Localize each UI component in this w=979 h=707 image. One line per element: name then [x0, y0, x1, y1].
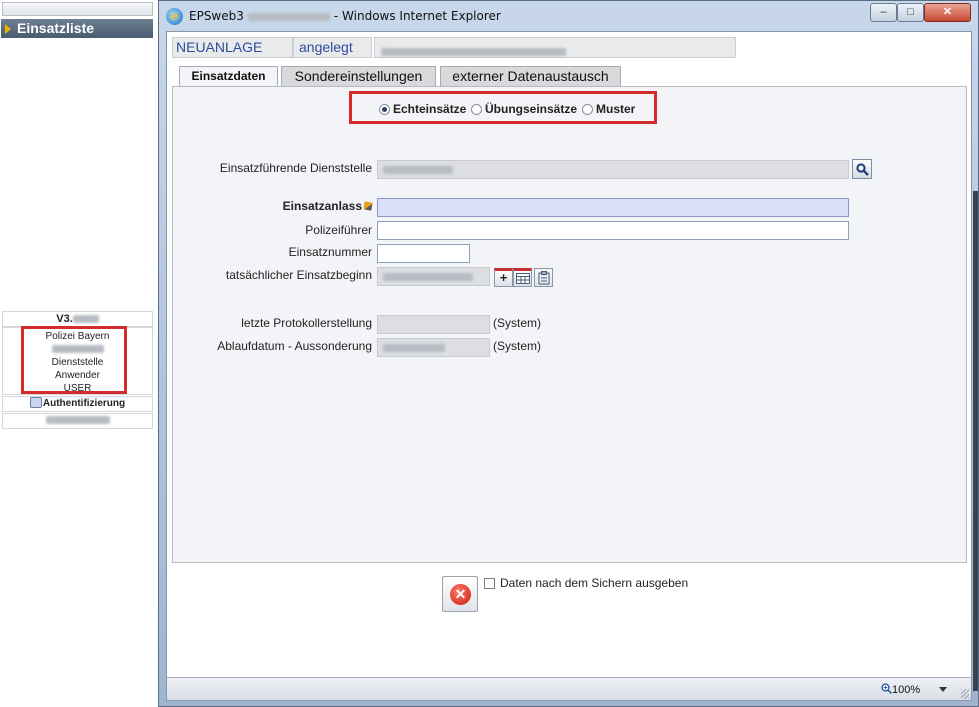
version-label: V3.	[2, 311, 153, 327]
polizeifuehrer-label: Polizeiführer	[305, 223, 372, 237]
polizeifuehrer-input[interactable]	[377, 221, 849, 240]
close-window-button[interactable]: ✕	[924, 3, 971, 22]
radio-unselected-icon	[582, 104, 593, 115]
radio-echteinsaetze[interactable]: Echteinsätze	[379, 102, 466, 116]
einsatzanlass-label: Einsatzanlass	[282, 199, 373, 213]
search-icon	[856, 163, 869, 176]
label-column: Einsatznummer	[173, 245, 372, 261]
label-column: Einsatzführende Dienststelle	[173, 161, 372, 177]
radio-unselected-icon	[471, 104, 482, 115]
label-column: Ablaufdatum - Aussonderung	[173, 339, 372, 355]
maximize-button[interactable]: □	[897, 3, 924, 22]
redacted-date	[45, 416, 110, 425]
ablaufdatum-field	[377, 338, 490, 357]
arrow-right-icon	[5, 24, 11, 34]
highlight-box	[21, 326, 127, 394]
internet-explorer-icon: e	[166, 8, 183, 25]
status-bar: 100%	[167, 677, 971, 700]
calendar-button[interactable]	[513, 268, 532, 287]
tab-externer-datenaustausch[interactable]: externer Datenaustausch	[440, 66, 621, 86]
protokoll-label: letzte Protokollerstellung	[241, 316, 372, 330]
pencil-icon	[363, 201, 373, 211]
radio-muster[interactable]: Muster	[582, 102, 635, 116]
ablaufdatum-system-label: (System)	[493, 339, 541, 353]
sidebar-item-einsatzliste[interactable]: Einsatzliste	[1, 19, 153, 38]
sidebar: Einsatzliste V3. Polizei Bayern Dienstst…	[0, 0, 158, 707]
auth-label: Authentifizierung	[42, 398, 126, 409]
title-bar[interactable]: e EPSweb3 - Windows Internet Explorer – □…	[159, 1, 978, 31]
cancel-button[interactable]: ✕	[442, 576, 478, 612]
zoom-text: 100%	[892, 684, 921, 696]
radio-label: Muster	[596, 102, 636, 116]
window-title: EPSweb3 - Windows Internet Explorer	[189, 9, 501, 23]
login-date	[2, 413, 153, 429]
sidebar-top-bar	[2, 2, 153, 16]
authentication-link[interactable]: Authentifizierung	[2, 396, 153, 412]
tab-einsatzdaten[interactable]: Einsatzdaten	[179, 66, 278, 87]
cancel-icon: ✕	[450, 584, 471, 605]
output-after-save-checkbox[interactable]	[484, 578, 495, 589]
minimize-button[interactable]: –	[870, 3, 897, 22]
tab-panel: Echteinsätze Übungseinsätze Muster Einsa…	[172, 86, 967, 563]
ablaufdatum-label: Ablaufdatum - Aussonderung	[217, 339, 372, 353]
chevron-down-icon[interactable]	[939, 687, 947, 692]
redacted-dienststelle	[383, 166, 453, 174]
redacted-title	[247, 12, 330, 21]
radio-label: Echteinsätze	[393, 102, 467, 116]
record-status: NEUANLAGE	[172, 37, 293, 58]
einsatzbeginn-field[interactable]	[377, 267, 490, 286]
window-title-suffix: - Windows Internet Explorer	[333, 9, 501, 23]
version-text: V3.	[56, 313, 73, 325]
label-column: Polizeiführer	[173, 223, 372, 239]
tab-sondereinstellungen[interactable]: Sondereinstellungen	[281, 66, 436, 86]
window-title-app: EPSweb3	[189, 9, 244, 23]
protokoll-system-label: (System)	[493, 316, 541, 330]
sidebar-item-label: Einsatzliste	[17, 20, 95, 36]
output-after-save-label: Daten nach dem Sichern ausgeben	[500, 576, 689, 590]
clipboard-button[interactable]	[534, 268, 553, 287]
einsatzbeginn-label: tatsächlicher Einsatzbeginn	[225, 268, 372, 282]
search-button[interactable]	[852, 159, 872, 179]
einsatzanlass-text: Einsatzanlass	[282, 199, 362, 213]
resize-grip-icon[interactable]	[961, 689, 969, 699]
redacted-datetime	[383, 273, 473, 281]
label-column: tatsächlicher Einsatzbeginn	[173, 268, 372, 284]
redacted-timestamp	[381, 47, 566, 56]
calendar-icon	[516, 273, 530, 284]
dienststelle-label: Einsatzführende Dienststelle	[219, 161, 372, 175]
radio-uebungseinsaetze[interactable]: Übungseinsätze	[471, 102, 577, 116]
window-edge	[973, 191, 978, 691]
einsatznummer-input[interactable]	[377, 244, 470, 263]
zoom-icon	[881, 683, 893, 695]
browser-window: e EPSweb3 - Windows Internet Explorer – □…	[158, 0, 979, 707]
einsatzanlass-input[interactable]	[377, 198, 849, 217]
radio-label: Übungseinsätze	[485, 102, 578, 116]
label-column: letzte Protokollerstellung	[173, 316, 372, 332]
radio-selected-icon	[379, 104, 390, 115]
dienststelle-field	[377, 160, 849, 179]
add-button[interactable]: +	[494, 268, 513, 287]
einsatznummer-label: Einsatznummer	[288, 245, 372, 259]
record-timestamp	[374, 37, 736, 58]
redacted-version	[72, 315, 99, 324]
record-state: angelegt	[293, 37, 372, 58]
protokoll-field	[377, 315, 490, 334]
page-content: NEUANLAGE angelegt Einsatzdaten Sonderei…	[166, 31, 972, 701]
clipboard-icon	[538, 271, 550, 285]
redacted-date	[383, 344, 445, 352]
zoom-level[interactable]: 100%	[881, 683, 920, 696]
label-column: Einsatzanlass	[173, 199, 373, 215]
certificate-icon	[29, 397, 42, 408]
